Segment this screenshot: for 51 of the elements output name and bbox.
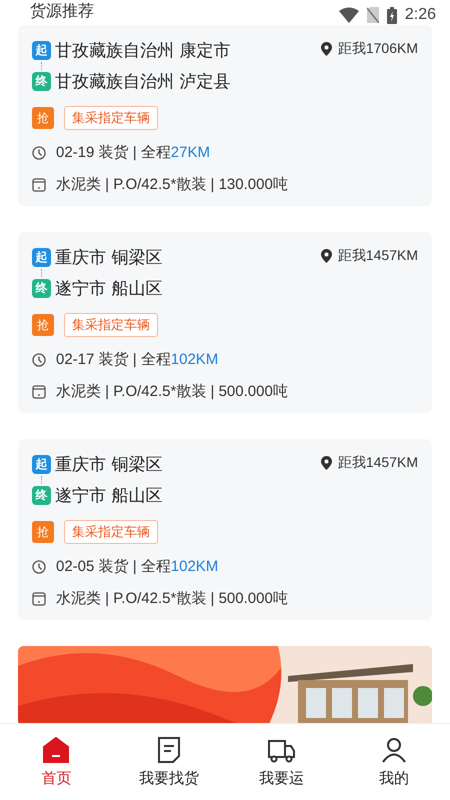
section-title: 货源推荐 [30,1,94,20]
start-tag: 起 [32,455,51,474]
distance-text: 距我1457KM [338,454,418,472]
start-location: 重庆市 铜梁区 [55,454,162,476]
loading-info: 02-05 装货 | 全程102KM [56,557,218,576]
location-pin-icon [320,249,332,263]
cargo-info: 水泥类 | P.O/42.5*散装 | 500.000吨 [56,382,288,401]
freight-card[interactable]: 起 重庆市 铜梁区 终 遂宁市 船山区 距我1457KM 抢 集采指定车辆 02-05 装货 | 全程102KM 水泥类 | P.O/42.5*散装 | 500.000吨 [18,439,432,620]
person-icon [380,736,407,762]
freight-card[interactable]: 起 重庆市 铜梁区 终 遂宁市 船山区 距我1457KM 抢 集采指定车辆 02-17 装货 | 全程102KM 水泥类 | P.O/42.5*散装 | 500.000吨 [18,232,432,413]
box-icon [32,592,46,606]
location-pin-icon [320,456,332,470]
nav-tab[interactable]: 我要找货 [112,724,225,800]
cargo-info: 水泥类 | P.O/42.5*散装 | 500.000吨 [56,589,288,608]
distance-text: 距我1706KM [338,40,418,58]
no-sim-icon [366,7,379,23]
clock-icon [32,560,46,574]
battery-icon [386,6,397,24]
start-tag: 起 [32,248,51,267]
clock-icon [32,146,46,160]
nav-tab[interactable]: 我要运 [225,724,338,800]
end-location: 遂宁市 船山区 [55,485,162,507]
start-location: 甘孜藏族自治州 康定市 [55,40,230,62]
grab-tag: 抢 [32,107,54,129]
end-location: 遂宁市 船山区 [55,278,162,300]
location-pin-icon [320,42,332,56]
distance-text: 距我1457KM [338,247,418,265]
box-icon [32,178,46,192]
grab-tag: 抢 [32,314,54,336]
start-tag: 起 [32,41,51,60]
end-tag: 终 [32,72,51,91]
cargo-info: 水泥类 | P.O/42.5*散装 | 130.000吨 [56,175,288,194]
loading-info: 02-19 装货 | 全程27KM [56,143,210,162]
vehicle-label: 集采指定车辆 [64,313,158,337]
clock-icon [32,352,46,366]
grab-tag: 抢 [32,521,54,543]
freight-card[interactable]: 起 甘孜藏族自治州 康定市 终 甘孜藏族自治州 泸定县 距我1706KM 抢 集采指定车辆 02-19 装货 | 全程27KM 水泥类 | P.O/42.5*散装 | 130.000吨 [18,25,432,206]
start-location: 重庆市 铜梁区 [55,247,162,269]
vehicle-label: 集采指定车辆 [64,520,158,544]
status-time: 2:26 [404,6,436,24]
end-location: 甘孜藏族自治州 泸定县 [55,71,230,93]
end-tag: 终 [32,279,51,298]
loading-info: 02-17 装货 | 全程102KM [56,350,218,369]
nav-tab[interactable]: 首页 [0,724,112,800]
nav-tab[interactable]: 我的 [338,724,450,800]
document-icon [156,736,181,762]
home-icon [43,736,70,762]
end-tag: 终 [32,486,51,505]
vehicle-label: 集采指定车辆 [64,106,158,130]
box-icon [32,384,46,398]
wifi-icon [338,7,359,23]
